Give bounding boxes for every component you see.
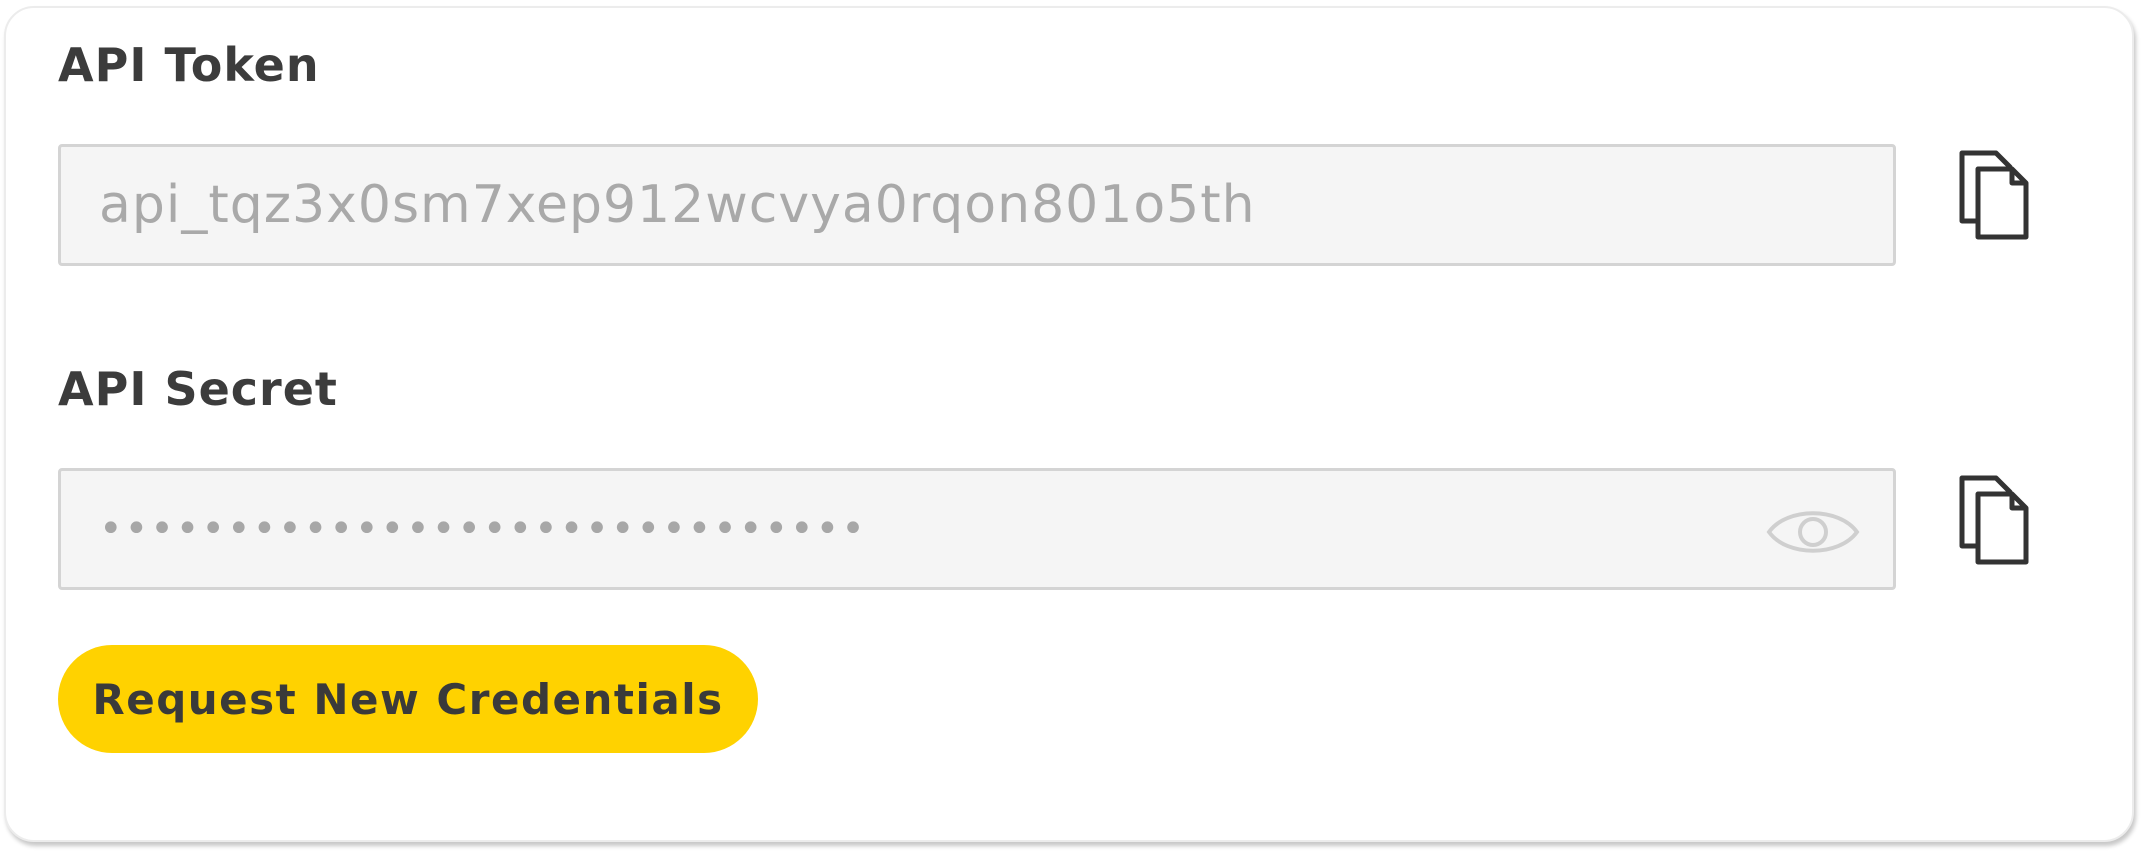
- api-token-label: API Token: [58, 38, 320, 92]
- copy-icon: [1959, 150, 2029, 240]
- api-secret-masked-value[interactable]: ••••••••••••••••••••••••••••••: [99, 471, 867, 587]
- copy-icon: [1959, 475, 2029, 565]
- api-token-value[interactable]: api_tqz3x0sm7xep912wcvya0rqon801o5th: [99, 147, 1256, 263]
- request-new-credentials-button[interactable]: Request New Credentials: [58, 645, 758, 753]
- api-secret-label: API Secret: [58, 362, 338, 416]
- copy-token-button[interactable]: [1952, 145, 2042, 245]
- copy-secret-button[interactable]: [1952, 470, 2042, 570]
- api-credentials-card: API Token api_tqz3x0sm7xep912wcvya0rqon8…: [4, 6, 2134, 842]
- eye-icon[interactable]: [1765, 501, 1861, 563]
- api-secret-field[interactable]: ••••••••••••••••••••••••••••••: [58, 468, 1896, 590]
- api-token-field[interactable]: api_tqz3x0sm7xep912wcvya0rqon801o5th: [58, 144, 1896, 266]
